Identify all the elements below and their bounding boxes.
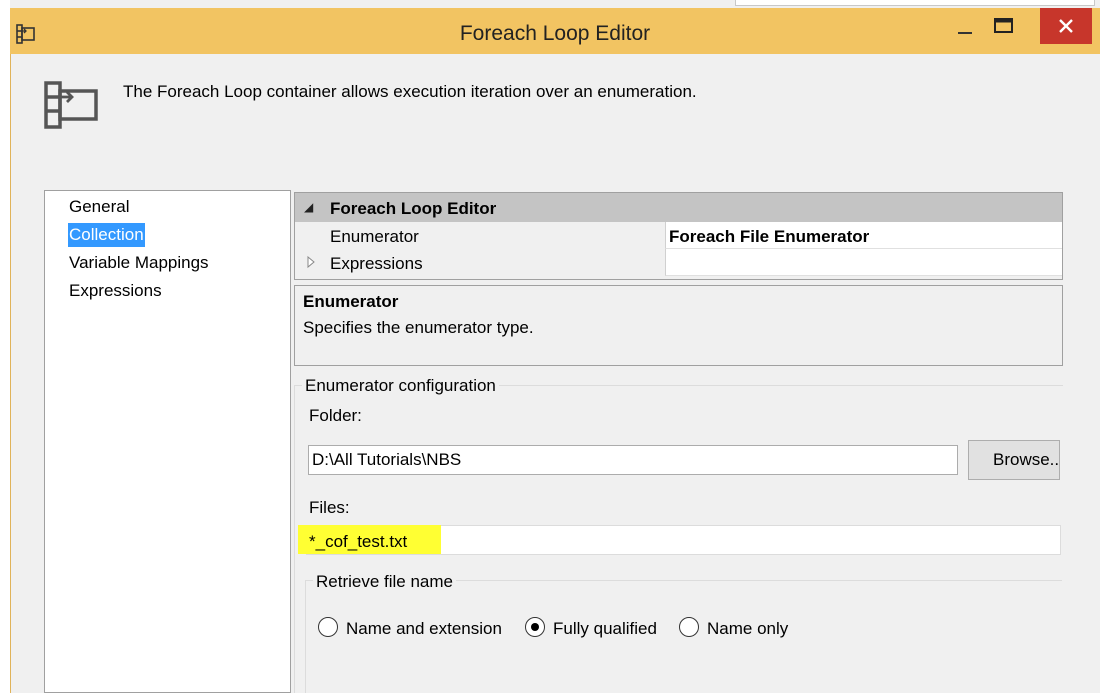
nav-item-general[interactable]: General	[68, 195, 130, 219]
files-label: Files:	[309, 498, 350, 517]
help-text: Specifies the enumerator type.	[303, 318, 534, 337]
background-search-box	[735, 0, 1095, 6]
radio-selected-dot	[531, 623, 539, 631]
nav-item-variable-mappings[interactable]: Variable Mappings	[68, 251, 210, 275]
grid-category-label: Foreach Loop Editor	[330, 199, 497, 218]
maximize-icon	[994, 18, 1013, 33]
minimize-icon	[958, 32, 972, 34]
grid-row-expressions-value-cell[interactable]	[665, 249, 1062, 276]
radio-fully-qualified[interactable]	[525, 617, 545, 637]
maximize-button[interactable]	[984, 8, 1024, 44]
background-left-edge	[0, 0, 10, 693]
radio-name-only[interactable]	[679, 617, 699, 637]
enumerator-config-legend: Enumerator configuration	[302, 376, 499, 396]
foreach-loop-icon	[42, 77, 102, 133]
radio-name-only-label[interactable]: Name only	[707, 619, 788, 639]
radio-name-and-extension-label[interactable]: Name and extension	[346, 619, 502, 639]
radio-fully-qualified-label[interactable]: Fully qualified	[553, 619, 657, 639]
nav-item-expressions[interactable]: Expressions	[68, 279, 163, 303]
close-icon	[1059, 19, 1073, 33]
window-title: Foreach Loop Editor	[459, 22, 651, 45]
minimize-button[interactable]	[946, 8, 984, 44]
dialog-header	[11, 54, 1100, 159]
nav-item-collection[interactable]: Collection	[68, 223, 145, 247]
folder-input[interactable]: D:\All Tutorials\NBS	[308, 445, 958, 475]
header-description: The Foreach Loop container allows execut…	[123, 82, 697, 101]
help-title: Enumerator	[303, 292, 399, 311]
grid-row-expressions-name: Expressions	[330, 254, 423, 273]
expand-arrow-icon[interactable]	[306, 255, 316, 274]
collapse-arrow-icon[interactable]: ◢	[304, 200, 313, 214]
folder-label: Folder:	[309, 406, 362, 425]
files-input-value[interactable]: *_cof_test.txt	[309, 532, 407, 552]
retrieve-file-name-legend: Retrieve file name	[313, 572, 457, 592]
close-button[interactable]	[1040, 8, 1092, 44]
grid-row-enumerator-value[interactable]: Foreach File Enumerator	[669, 227, 869, 247]
radio-name-and-extension[interactable]	[318, 617, 338, 637]
browse-button[interactable]: Browse...	[968, 440, 1060, 480]
grid-row-enumerator-name: Enumerator	[330, 227, 419, 246]
